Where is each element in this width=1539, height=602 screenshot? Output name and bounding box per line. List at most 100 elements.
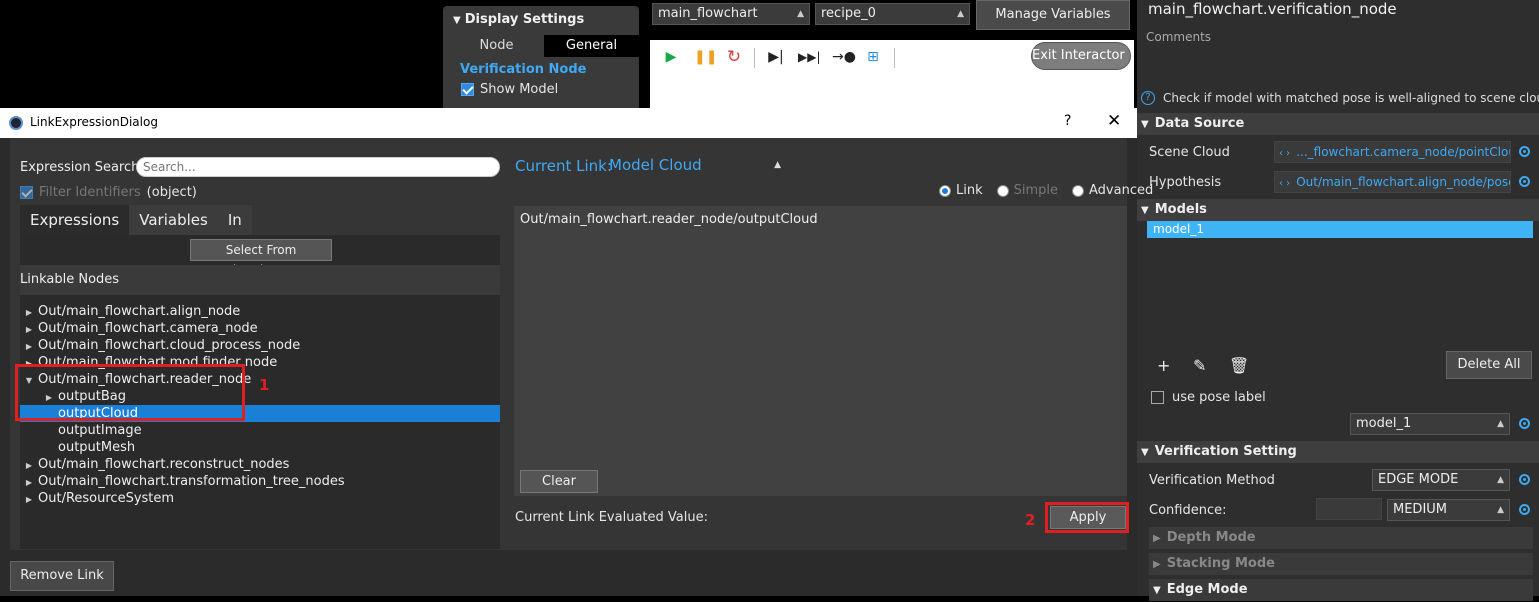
tree-item-label: outputImage [58, 423, 142, 438]
trash-icon[interactable]: 🗑 [1229, 356, 1249, 375]
play-icon[interactable]: ▶ [662, 48, 680, 66]
collapsed-arrow-icon[interactable]: ▶ [20, 457, 38, 474]
link-target-icon[interactable] [1519, 504, 1530, 515]
close-icon[interactable]: ✕ [1107, 111, 1121, 131]
help-button[interactable]: ? [1064, 113, 1071, 129]
recipe-combo[interactable]: recipe_0 ▲ [815, 3, 970, 25]
tree-item-label: Out/main_flowchart.transformation_tree_n… [38, 474, 345, 489]
annotation-label-1: 1 [259, 376, 270, 394]
spin-arrows-icon: ▲ [797, 9, 804, 19]
step-into-icon[interactable]: →● [832, 48, 856, 66]
edit-pencil-icon[interactable]: ✎ [1193, 356, 1206, 375]
spin-arrows-icon: ▲ [1497, 475, 1504, 485]
expression-search-input[interactable] [136, 157, 500, 177]
mode-simple-radio[interactable]: Simple [996, 183, 1058, 198]
tab-in[interactable]: In [217, 205, 252, 235]
link-target-icon[interactable] [1519, 176, 1530, 187]
dialog-titlebar: LinkExpressionDialog ? ✕ [0, 108, 1137, 138]
add-icon[interactable]: + [1157, 356, 1170, 375]
use-pose-label-checkbox[interactable]: use pose label [1151, 390, 1266, 405]
dialog-body: Expression Search: Filter Identifiers (o… [10, 138, 1153, 550]
link-editor: Current Link: Model Cloud ▲ Link Simple A… [512, 149, 1153, 529]
pause-icon[interactable]: ❚❚ [694, 48, 717, 66]
model-select-combo[interactable]: model_1 ▲ [1350, 413, 1510, 435]
tree-item[interactable]: ▶ Out/main_flowchart.cloud_process_node [20, 337, 500, 354]
app-logo-icon [9, 116, 23, 130]
comments-field[interactable]: Comments [1146, 30, 1211, 44]
tree-item[interactable]: outputMesh [20, 439, 500, 456]
scene-cloud-link-field[interactable]: ‹ › ..._flowchart.camera_node/pointCloud [1274, 141, 1511, 163]
confidence-label: Confidence: [1149, 503, 1227, 518]
collapsed-arrow-icon[interactable]: ▶ [20, 338, 38, 355]
current-link-combo[interactable]: Model Cloud ▲ [606, 154, 786, 176]
remove-link-button[interactable]: Remove Link [10, 561, 114, 591]
edge-mode-header[interactable]: ▼ Edge Mode [1149, 579, 1533, 601]
checkbox-unchecked-icon [1151, 391, 1164, 404]
filter-identifiers-row: Filter Identifiers (object) [20, 185, 197, 200]
tree-item[interactable]: ▶ Out/main_flowchart.camera_node [20, 320, 500, 337]
verification-setting-header[interactable]: ▼ Verification Setting [1137, 441, 1539, 463]
manage-variables-button[interactable]: Manage Variables [976, 0, 1130, 30]
toolbar-divider [894, 48, 895, 68]
expand-triangle-icon: ▶ [1153, 559, 1161, 570]
flowchart-combo[interactable]: main_flowchart ▲ [652, 3, 810, 25]
confidence-value-field[interactable] [1316, 498, 1382, 520]
depth-mode-header[interactable]: ▶ Depth Mode [1149, 527, 1533, 549]
expression-text-area[interactable]: Out/main_flowchart.reader_node/outputClo… [514, 206, 1127, 496]
tree-item[interactable]: ▶ Out/main_flowchart.transformation_tree_… [20, 473, 500, 490]
expression-browser: Expression Search: Filter Identifiers (o… [20, 149, 500, 549]
expression-search-label: Expression Search: [20, 160, 144, 175]
tree-item[interactable]: ▶ Out/main_flowchart.align_node [20, 303, 500, 320]
collapse-triangle-icon: ▼ [1153, 585, 1161, 596]
confidence-combo[interactable]: MEDIUM ▲ [1387, 499, 1510, 521]
delete-all-button[interactable]: Delete All [1446, 351, 1532, 379]
expand-triangle-icon: ▶ [1153, 533, 1161, 544]
dialog-title: LinkExpressionDialog [30, 115, 158, 129]
verification-method-combo[interactable]: EDGE MODE ▲ [1372, 469, 1510, 491]
collapsed-arrow-icon[interactable]: ▶ [20, 474, 38, 491]
list-item[interactable]: model_1 [1147, 221, 1533, 238]
debug-node-icon[interactable]: ⊞ [864, 48, 882, 66]
display-settings-tabs: Node General [449, 35, 639, 57]
link-target-icon[interactable] [1519, 418, 1530, 429]
evaluated-value-label: Current Link Evaluated Value: [515, 510, 708, 525]
mode-link-radio[interactable]: Link [939, 183, 983, 198]
link-target-icon[interactable] [1519, 146, 1530, 157]
link-code-icon: ‹ › [1279, 148, 1291, 159]
tab-expressions[interactable]: Expressions [20, 205, 130, 235]
fast-forward-icon[interactable]: ▶▶| [798, 48, 821, 66]
mode-advanced-radio[interactable]: Advanced [1072, 183, 1153, 198]
tree-item[interactable]: ▶ Out/ResourceSystem [20, 490, 500, 507]
clear-button[interactable]: Clear [520, 470, 598, 493]
verification-method-label: Verification Method [1149, 473, 1275, 488]
annotation-box-1 [15, 364, 245, 421]
tab-general[interactable]: General [544, 35, 639, 57]
models-header[interactable]: ▼ Models [1137, 199, 1539, 221]
exit-interactor-button[interactable]: Exit Interactor [1031, 42, 1131, 70]
node-help: ? Check if model with matched pose is wel… [1141, 91, 1539, 105]
link-target-icon[interactable] [1519, 474, 1530, 485]
tree-item-label: outputMesh [58, 440, 136, 455]
collapse-triangle-icon: ▼ [1141, 205, 1149, 216]
tab-node[interactable]: Node [449, 35, 544, 57]
select-from-flowchart-button[interactable]: Select From Flowchart... [190, 239, 332, 277]
data-source-header[interactable]: ▼ Data Source [1137, 113, 1539, 135]
display-settings-title[interactable]: ▼ Display Settings [453, 12, 584, 27]
tree-item-label: Out/main_flowchart.camera_node [38, 321, 258, 336]
show-model-checkbox[interactable]: Show Model [461, 82, 558, 97]
tab-variables[interactable]: Variables [129, 205, 218, 235]
help-circle-icon: ? [1141, 91, 1155, 105]
collapsed-arrow-icon[interactable]: ▶ [20, 304, 38, 321]
restart-icon[interactable]: ↻ [725, 48, 743, 66]
stacking-mode-header[interactable]: ▶ Stacking Mode [1149, 553, 1533, 575]
tree-item[interactable]: outputImage [20, 422, 500, 439]
collapsed-arrow-icon[interactable]: ▶ [20, 491, 38, 508]
collapsed-arrow-icon[interactable]: ▶ [20, 321, 38, 338]
annotation-label-2: 2 [1025, 511, 1036, 529]
tree-item[interactable]: ▶ Out/main_flowchart.reconstruct_nodes [20, 456, 500, 473]
node-title: main_flowchart.verification_node [1148, 0, 1397, 18]
step-icon[interactable]: ▶| [767, 48, 785, 66]
tree-item-label: Out/main_flowchart.reconstruct_nodes [38, 457, 290, 472]
hypothesis-link-field[interactable]: ‹ › Out/main_flowchart.align_node/poses [1274, 171, 1511, 193]
filter-identifiers-checkbox[interactable] [20, 186, 33, 199]
